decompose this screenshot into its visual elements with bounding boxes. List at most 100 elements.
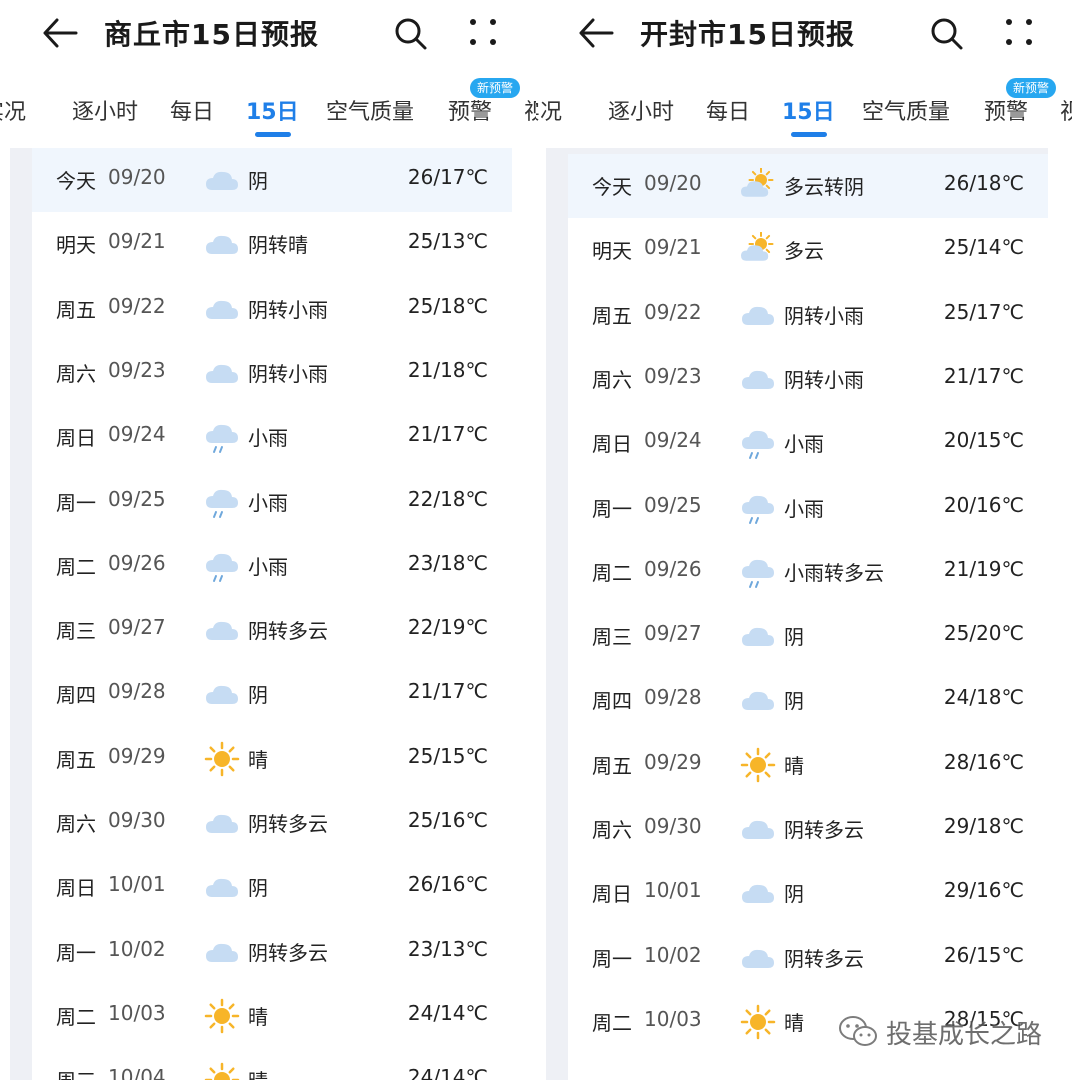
temperature-range: 26/18℃ (943, 171, 1024, 195)
forecast-row[interactable]: 周六 09/23 阴转小雨 21/18℃ (32, 341, 512, 405)
search-icon[interactable] (392, 15, 430, 53)
cloud-icon (740, 618, 776, 654)
forecast-row[interactable]: 周四 09/28 阴 21/17℃ (32, 662, 512, 726)
date-label: 09/20 (108, 165, 166, 189)
condition-label: 阴 (784, 625, 804, 650)
day-label: 周二 (592, 1010, 632, 1035)
back-arrow-icon[interactable] (576, 16, 616, 50)
header: 开封市15日预报 (536, 0, 1072, 66)
forecast-panel-kaifeng: 开封市15日预报 实况 逐小时 每日 15日 空气质量 预警 视频 新预警 今天… (536, 0, 1072, 1080)
condition-label: 晴 (248, 747, 268, 772)
forecast-row[interactable]: 周五 09/22 阴转小雨 25/18℃ (32, 277, 512, 341)
temperature-range: 25/20℃ (943, 621, 1024, 646)
condition-label: 小雨 (248, 426, 288, 451)
forecast-row[interactable]: 今天 09/20 阴 26/17℃ (32, 148, 512, 212)
temperature-range: 29/18℃ (943, 814, 1024, 838)
tab-15day[interactable]: 15日 (782, 94, 835, 126)
day-label: 周一 (56, 490, 96, 515)
day-label: 周二 (592, 560, 632, 585)
day-label: 周六 (56, 361, 96, 386)
forecast-row[interactable]: 周二 09/26 小雨 23/18℃ (32, 534, 512, 598)
tab-air-quality[interactable]: 空气质量 (326, 94, 414, 126)
condition-label: 阴转小雨 (248, 361, 328, 386)
date-label: 10/01 (644, 878, 702, 903)
watermark-text: 投基成长之路 (886, 1019, 1043, 1050)
sun-icon (204, 741, 240, 777)
forecast-row[interactable]: 周二 10/03 晴 24/14℃ (32, 984, 512, 1048)
forecast-row[interactable]: 周四 09/28 阴 24/18℃ (568, 668, 1048, 732)
forecast-row[interactable]: 明天 09/21 阴转晴 25/13℃ (32, 212, 512, 276)
tab-15day[interactable]: 15日 (246, 94, 299, 126)
forecast-row[interactable]: 周一 10/02 阴转多云 26/15℃ (568, 926, 1048, 990)
tab-alerts[interactable]: 预警 (984, 94, 1028, 126)
date-label: 09/25 (644, 492, 702, 517)
date-label: 10/01 (108, 872, 166, 897)
back-arrow-icon[interactable] (40, 16, 80, 50)
day-label: 周三 (56, 619, 96, 644)
temperature-range: 24/18℃ (943, 685, 1024, 710)
date-label: 09/22 (644, 299, 702, 324)
day-label: 周日 (56, 876, 96, 901)
date-label: 09/29 (644, 749, 702, 774)
tab-video[interactable]: 视频 (524, 94, 536, 126)
temperature-range: 28/16℃ (943, 749, 1024, 774)
cloud-icon (740, 940, 776, 976)
day-label: 周三 (56, 1065, 96, 1080)
day-label: 周一 (592, 496, 632, 521)
forecast-row[interactable]: 周一 09/25 小雨 22/18℃ (32, 470, 512, 534)
forecast-row[interactable]: 周五 09/22 阴转小雨 25/17℃ (568, 283, 1048, 347)
active-tab-indicator (791, 132, 827, 137)
temperature-range: 23/13℃ (407, 936, 488, 961)
day-label: 周日 (592, 432, 632, 457)
forecast-row[interactable]: 周六 09/30 阴转多云 25/16℃ (32, 791, 512, 855)
forecast-row[interactable]: 周三 10/04 晴 24/14℃ (32, 1048, 512, 1080)
search-icon[interactable] (928, 15, 966, 53)
tab-alerts[interactable]: 预警 (448, 94, 492, 126)
tab-air-quality[interactable]: 空气质量 (862, 94, 950, 126)
temperature-range: 21/17℃ (407, 679, 488, 704)
forecast-row[interactable]: 周日 09/24 小雨 20/15℃ (568, 411, 1048, 475)
watermark: 投基成长之路 (838, 1012, 1042, 1052)
cloud-icon (740, 682, 776, 718)
date-label: 09/21 (644, 235, 702, 260)
tab-current[interactable]: 实况 (536, 94, 562, 126)
rain-icon (740, 425, 776, 461)
tab-hourly[interactable]: 逐小时 (608, 94, 674, 126)
forecast-row[interactable]: 周三 09/27 阴转多云 22/19℃ (32, 598, 512, 662)
tab-hourly[interactable]: 逐小时 (72, 94, 138, 126)
forecast-row[interactable]: 周五 09/29 晴 25/15℃ (32, 727, 512, 791)
cloud-icon (204, 612, 240, 648)
forecast-row[interactable]: 周二 09/26 小雨转多云 21/19℃ (568, 540, 1048, 604)
tab-video[interactable]: 视频 (1060, 94, 1072, 126)
date-label: 10/03 (108, 1000, 166, 1025)
tab-daily[interactable]: 每日 (170, 94, 214, 126)
day-label: 周六 (56, 812, 96, 836)
more-dots-icon[interactable] (1002, 15, 1036, 49)
day-label: 周五 (592, 753, 632, 778)
cloud-icon (204, 805, 240, 841)
condition-label: 阴转小雨 (784, 303, 864, 328)
forecast-row[interactable]: 周五 09/29 晴 28/16℃ (568, 733, 1048, 797)
forecast-row[interactable]: 周日 10/01 阴 29/16℃ (568, 861, 1048, 925)
forecast-row[interactable]: 明天 09/21 多云 25/14℃ (568, 218, 1048, 282)
date-label: 09/20 (644, 171, 702, 195)
forecast-list[interactable]: 今天 09/20 阴 26/17℃ 明天 09/21 阴转晴 25/13℃ 周五 09/22 阴转小… (32, 148, 512, 1080)
temperature-range: 29/16℃ (943, 878, 1024, 903)
more-dots-icon[interactable] (466, 15, 500, 49)
date-label: 09/28 (108, 679, 166, 704)
forecast-row[interactable]: 周六 09/30 阴转多云 29/18℃ (568, 797, 1048, 861)
date-label: 09/30 (644, 814, 702, 838)
forecast-list[interactable]: 今天 09/20 多云转阴 26/18℃ 明天 09/21 多云 25/14℃ 周五 09/22 阴… (568, 154, 1048, 1080)
forecast-row[interactable]: 周六 09/23 阴转小雨 21/17℃ (568, 347, 1048, 411)
forecast-row[interactable]: 今天 09/20 多云转阴 26/18℃ (568, 154, 1048, 218)
forecast-row[interactable]: 周日 10/01 阴 26/16℃ (32, 855, 512, 919)
tab-daily[interactable]: 每日 (706, 94, 750, 126)
forecast-row[interactable]: 周一 10/02 阴转多云 23/13℃ (32, 920, 512, 984)
forecast-row[interactable]: 周三 09/27 阴 25/20℃ (568, 604, 1048, 668)
temperature-range: 21/17℃ (407, 422, 488, 447)
forecast-row[interactable]: 周日 09/24 小雨 21/17℃ (32, 405, 512, 469)
cloud-icon (204, 226, 240, 262)
forecast-row[interactable]: 周一 09/25 小雨 20/16℃ (568, 476, 1048, 540)
temperature-range: 21/19℃ (943, 556, 1024, 581)
tab-current[interactable]: 实况 (0, 94, 26, 126)
